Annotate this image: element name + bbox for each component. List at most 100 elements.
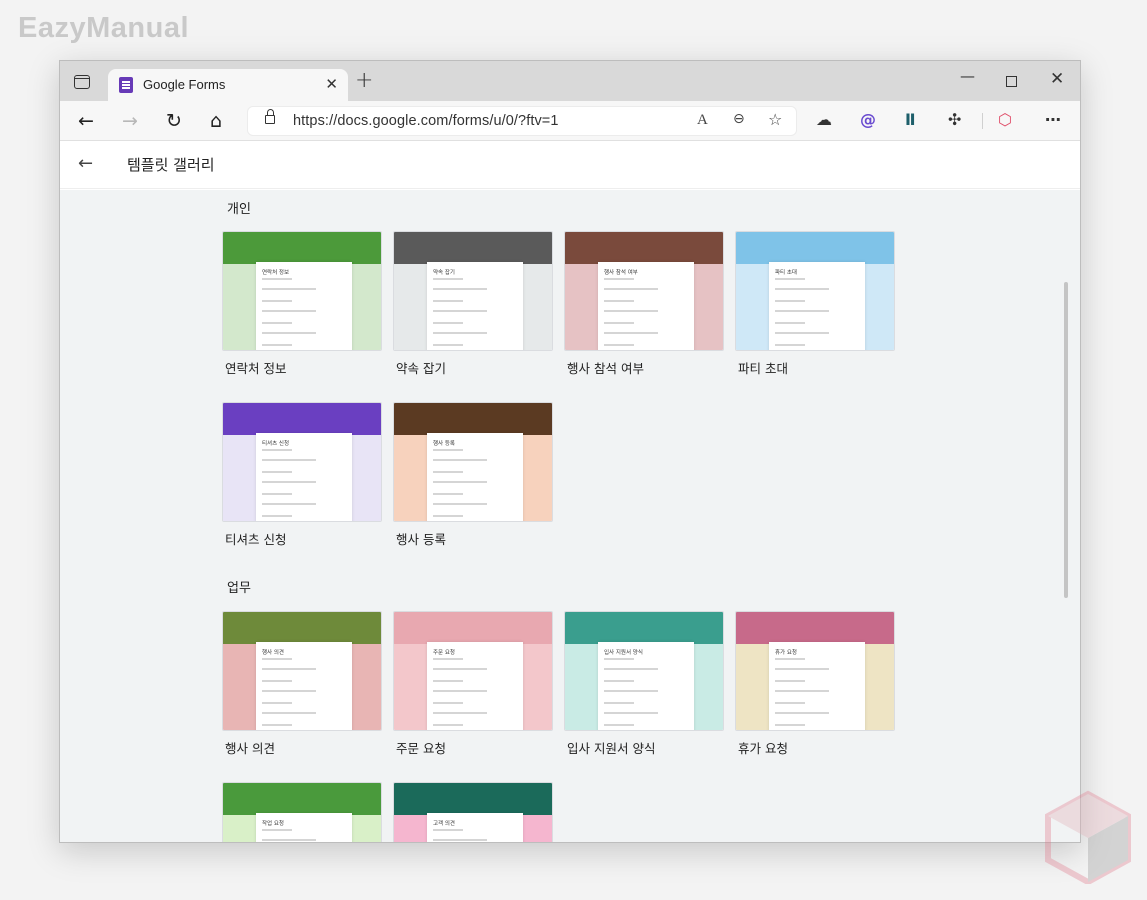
close-window-button[interactable]: ✕ <box>1050 69 1064 89</box>
template-preview-line <box>604 724 634 726</box>
forward-icon[interactable]: → <box>122 109 138 133</box>
template-preview-line <box>262 839 316 841</box>
maximize-button[interactable] <box>1006 76 1017 87</box>
template-preview-sheet: 휴가 요청 <box>769 642 865 730</box>
back-icon[interactable]: ← <box>78 109 94 133</box>
tab-google-forms[interactable]: Google Forms ✕ <box>108 69 348 101</box>
template-header-image <box>394 232 552 264</box>
template-name[interactable]: 행사 의견 <box>225 738 275 757</box>
favorite-icon[interactable]: ☆ <box>768 110 782 129</box>
template-name[interactable]: 입사 지원서 양식 <box>567 738 655 757</box>
template-preview-line <box>262 459 316 461</box>
template-preview-sheet: 고객 의견 <box>427 813 523 842</box>
tab-actions-icon[interactable] <box>74 75 90 89</box>
template-preview-line <box>262 702 292 704</box>
template-preview-line <box>262 690 316 692</box>
tab-title: Google Forms <box>143 77 226 92</box>
template-preview-title: 파티 초대 <box>775 270 797 276</box>
template-preview-line <box>775 702 805 704</box>
template-preview-line <box>262 658 292 660</box>
template-preview-line <box>262 481 316 483</box>
refresh-icon[interactable]: ↻ <box>166 109 182 133</box>
new-tab-button[interactable]: + <box>355 68 373 93</box>
scrollbar-thumb[interactable] <box>1064 282 1068 598</box>
template-preview-title: 연락처 정보 <box>262 270 290 276</box>
browser-window: Google Forms ✕ + — ✕ ← → ↻ ⌂ https://doc… <box>59 60 1081 843</box>
address-bar[interactable]: https://docs.google.com/forms/u/0/?ftv=1… <box>247 106 797 136</box>
template-preview-title: 휴가 요청 <box>775 650 797 656</box>
template-preview-line <box>775 288 829 290</box>
template-preview-line <box>604 690 658 692</box>
template-card[interactable]: 행사 의견 <box>222 611 382 731</box>
template-header-image <box>223 403 381 435</box>
template-preview-line <box>262 493 292 495</box>
template-preview-line <box>433 680 463 682</box>
template-name[interactable]: 행사 등록 <box>396 529 446 548</box>
extension-bars-icon[interactable]: Ⅱ <box>905 110 916 129</box>
template-card[interactable]: 고객 의견 <box>393 782 553 842</box>
template-preview-line <box>604 658 634 660</box>
template-preview-line <box>775 310 829 312</box>
browser-toolbar: ← → ↻ ⌂ https://docs.google.com/forms/u/… <box>60 101 1080 141</box>
template-preview-line <box>433 668 487 670</box>
template-preview-title: 티셔츠 신청 <box>262 441 290 447</box>
home-icon[interactable]: ⌂ <box>210 109 222 133</box>
tab-close-icon[interactable]: ✕ <box>325 75 338 93</box>
template-name[interactable]: 주문 요청 <box>396 738 446 757</box>
template-card[interactable]: 입사 지원서 양식 <box>564 611 724 731</box>
url-text[interactable]: https://docs.google.com/forms/u/0/?ftv=1 <box>293 113 559 129</box>
template-name[interactable]: 티셔츠 신청 <box>225 529 286 548</box>
template-preview-line <box>433 288 487 290</box>
template-card[interactable]: 티셔츠 신청 <box>222 402 382 522</box>
template-name[interactable]: 파티 초대 <box>738 358 788 377</box>
more-icon[interactable]: ⋯ <box>1045 110 1061 129</box>
template-preview-line <box>604 344 634 346</box>
template-preview-line <box>775 658 805 660</box>
lock-icon[interactable] <box>265 109 275 124</box>
section-label: 업무 <box>227 581 251 596</box>
template-preview-line <box>433 658 463 660</box>
template-name[interactable]: 연락처 정보 <box>225 358 286 377</box>
template-preview-line <box>262 288 316 290</box>
template-name[interactable]: 행사 참석 여부 <box>567 358 644 377</box>
template-card[interactable]: 연락처 정보 <box>222 231 382 351</box>
template-preview-line <box>433 712 487 714</box>
back-arrow-icon[interactable]: ← <box>78 153 93 174</box>
template-preview-sheet: 행사 의견 <box>256 642 352 730</box>
template-card[interactable]: 파티 초대 <box>735 231 895 351</box>
minimize-button[interactable]: — <box>960 67 975 85</box>
template-card[interactable]: 행사 등록 <box>393 402 553 522</box>
template-preview-line <box>775 690 829 692</box>
extension-purple-icon[interactable]: @ <box>860 110 876 129</box>
template-card[interactable]: 작업 요청 <box>222 782 382 842</box>
puzzle-icon[interactable]: ✣ <box>948 110 961 129</box>
zoom-icon[interactable]: ⊖ <box>733 111 745 127</box>
read-aloud-icon[interactable]: A <box>697 112 708 129</box>
template-preview-sheet: 연락처 정보 <box>256 262 352 350</box>
toolbar-divider <box>982 113 983 129</box>
template-header-image <box>394 783 552 815</box>
template-preview-line <box>262 449 292 451</box>
forms-favicon-icon <box>119 77 133 93</box>
template-preview-line <box>604 278 634 280</box>
template-preview-title: 행사 등록 <box>433 441 455 447</box>
template-preview-line <box>262 668 316 670</box>
template-card[interactable]: 주문 요청 <box>393 611 553 731</box>
template-header-image <box>736 612 894 644</box>
template-card[interactable]: 행사 참석 여부 <box>564 231 724 351</box>
template-preview-line <box>262 724 292 726</box>
template-preview-line <box>775 332 829 334</box>
tab-bar: Google Forms ✕ + — ✕ <box>60 61 1080 101</box>
cloud-icon[interactable]: ☁ <box>816 110 832 129</box>
template-preview-line <box>604 712 658 714</box>
template-name[interactable]: 약속 잡기 <box>396 358 446 377</box>
template-preview-sheet: 작업 요청 <box>256 813 352 842</box>
template-card[interactable]: 약속 잡기 <box>393 231 553 351</box>
template-header-image <box>565 612 723 644</box>
extension-hex-icon[interactable]: ⬡ <box>998 110 1012 129</box>
template-preview-line <box>433 300 463 302</box>
template-preview-line <box>433 449 463 451</box>
template-preview-line <box>775 712 829 714</box>
template-card[interactable]: 휴가 요청 <box>735 611 895 731</box>
template-name[interactable]: 휴가 요청 <box>738 738 788 757</box>
